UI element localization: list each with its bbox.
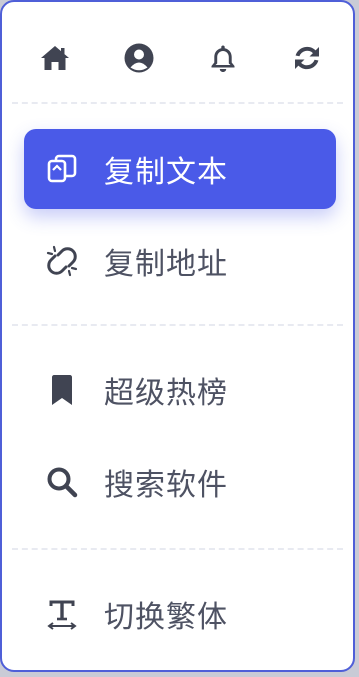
home-button[interactable] [33,36,77,80]
context-menu: 复制文本 复制地址 超级热榜 搜索软件 切换繁体 [0,0,355,672]
refresh-icon [295,46,319,70]
broken-link-icon [44,243,80,279]
copy-url-label: 复制地址 [104,247,228,282]
search-software-label: 搜索软件 [104,468,228,503]
copy-text-label: 复制文本 [104,155,228,190]
hot-list-label: 超级热榜 [104,376,228,411]
copy-url-item[interactable]: 复制地址 [24,221,336,301]
user-circle-icon [124,43,154,73]
notification-button[interactable] [201,36,245,80]
bookmark-icon [44,372,80,408]
bell-icon [211,45,235,72]
text-width-icon [44,596,80,632]
copy-icon [44,151,80,187]
search-software-item[interactable]: 搜索软件 [24,442,336,522]
toggle-traditional-label: 切换繁体 [104,600,228,635]
search-icon [44,464,80,500]
refresh-button[interactable] [285,36,329,80]
home-icon [41,46,69,70]
top-icon-bar [2,36,353,80]
divider [12,548,343,550]
hot-list-item[interactable]: 超级热榜 [24,350,336,430]
divider [12,102,343,104]
toggle-traditional-item[interactable]: 切换繁体 [24,574,336,654]
user-button[interactable] [117,36,161,80]
divider [12,324,343,326]
copy-text-item[interactable]: 复制文本 [24,129,336,209]
